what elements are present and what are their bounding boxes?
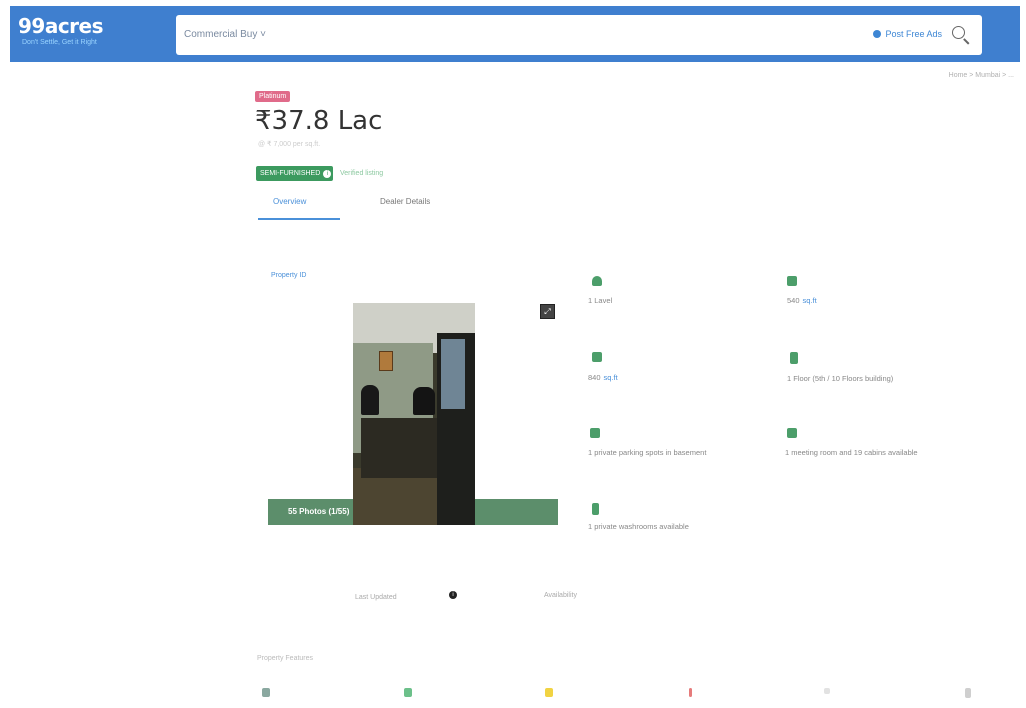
property-photo[interactable] [353,303,475,525]
feature-text: 540 sq.ft [787,296,817,305]
last-updated: Last Updated [355,594,397,601]
search-bar[interactable]: Commercial Buy ˅ Post Free Ads [176,15,982,55]
photo-gallery[interactable]: 55 Photos (1/55) [268,300,558,525]
lift-icon [404,688,412,697]
parking-icon [590,428,600,438]
pin-icon [873,30,882,38]
info-icon: i [323,170,332,178]
area-icon [592,352,602,362]
property-id: Property ID [271,272,307,279]
expand-icon[interactable]: ⤢ [540,304,555,319]
info-icon[interactable]: i [449,591,457,599]
price: ₹37.8 Lac [255,106,383,136]
area-icon [787,276,797,286]
tab-dealer-details[interactable]: Dealer Details [380,197,430,206]
washroom-icon [592,503,599,515]
power-backup-icon [545,688,553,697]
feature-text: 1 private washrooms available [588,522,689,531]
meeting-room-icon [787,428,797,438]
furnishing-status-label: SEMI-FURNISHED [260,170,321,177]
verified-text: Verified listing [340,170,384,177]
post-property-link[interactable]: Post Free Ads [873,29,942,39]
feature-text: 840 sq.ft [588,373,618,382]
furnishing-status-button[interactable]: SEMI-FURNISHED i [256,166,333,181]
breadcrumb[interactable]: Home > Mumbai > ... [949,72,1014,79]
tab-underline [258,218,340,220]
photo-count[interactable]: 55 Photos (1/55) [288,507,349,516]
plus-icon [824,688,830,694]
logo-tagline: Don't Settle, Get it Right [22,39,97,46]
post-property-label: Post Free Ads [885,29,942,39]
feature-text: 1 Floor (5th / 10 Floors building) [787,374,894,383]
location-icon [592,276,602,286]
search-category-dropdown[interactable]: Commercial Buy ˅ [184,29,266,40]
feature-text: 1 Lavel [588,296,613,305]
price-per-sqft: @ ₹ 7,000 per sq.ft. [258,141,321,148]
search-icon[interactable] [950,24,972,46]
top-navigation-bar: 99acres Don't Settle, Get it Right Comme… [10,6,1020,62]
more-icon[interactable] [965,688,971,698]
availability: Availability [544,592,577,599]
tab-overview[interactable]: Overview [273,197,306,206]
logo[interactable]: 99acres [18,14,104,38]
amenities-title: Property Features [257,655,314,662]
building-icon [262,688,270,697]
floor-icon [790,352,798,364]
feature-text: 1 private parking spots in basement [588,448,707,457]
feature-text: 1 meeting room and 19 cabins available [785,448,918,457]
platinum-badge: Platinum [255,91,291,102]
fire-icon [689,688,692,697]
